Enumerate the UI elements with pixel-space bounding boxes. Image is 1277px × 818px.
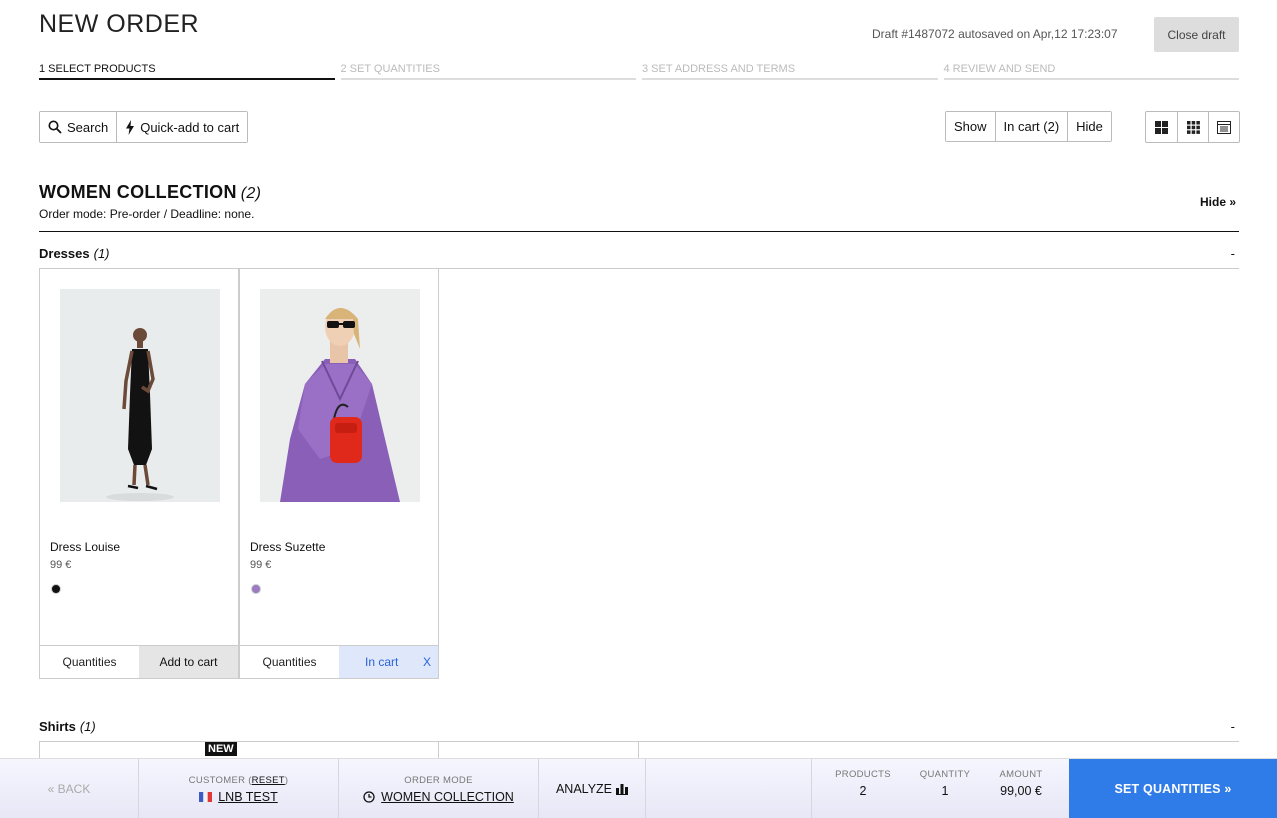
list-view-icon <box>1217 120 1231 134</box>
order-mode-cell: ORDER MODE WOMEN COLLECTION <box>339 759 539 818</box>
customer-cell: CUSTOMER (RESET) LNB TEST <box>139 759 339 818</box>
new-badge: NEW <box>205 742 237 756</box>
product-price: 99 € <box>50 559 72 571</box>
amount-value: 99,00 € <box>1000 784 1042 798</box>
collection-count: (2) <box>240 185 262 202</box>
back-button-cell: « BACK <box>0 759 139 818</box>
category-header-shirts: Shirts (1) - <box>39 719 1239 734</box>
product-card: Dress Suzette 99 € Quantities In cart X <box>239 268 439 679</box>
large-grid-icon <box>1155 120 1168 134</box>
analyze-cell: ANALYZE <box>539 759 646 818</box>
amount-stat: AMOUNT 99,00 € <box>994 769 1048 798</box>
category-name: Dresses <box>39 246 90 261</box>
order-mode-label: ORDER MODE <box>404 774 473 786</box>
reset-customer-link[interactable]: RESET <box>252 775 285 786</box>
france-flag-icon <box>199 791 213 802</box>
back-button[interactable]: « BACK <box>48 782 91 796</box>
quantities-button[interactable]: Quantities <box>40 646 139 678</box>
product-price: 99 € <box>250 559 272 571</box>
product-name[interactable]: Dress Suzette <box>250 540 325 554</box>
collection-divider <box>39 231 1239 232</box>
product-card: Dress Louise 99 € Quantities Add to cart <box>39 268 239 679</box>
in-cart-button[interactable]: In cart X <box>339 646 438 678</box>
order-mode-value[interactable]: WOMEN COLLECTION <box>381 790 514 804</box>
product-actions: Quantities In cart X <box>240 645 438 678</box>
bar-chart-icon <box>616 784 629 795</box>
search-label: Search <box>67 119 109 135</box>
list-view-button[interactable] <box>1208 112 1239 142</box>
view-mode-toolbar <box>1145 111 1240 143</box>
page-title: NEW ORDER <box>39 10 200 38</box>
products-label: PRODUCTS <box>835 769 891 780</box>
customer-label: CUSTOMER (RESET) <box>188 774 289 786</box>
small-grid-view-button[interactable] <box>1177 112 1208 142</box>
product-image[interactable] <box>60 289 220 502</box>
quantity-label: QUANTITY <box>919 769 971 780</box>
filter-show-button[interactable]: Show <box>946 112 995 141</box>
quantity-count: 1 <box>941 784 949 798</box>
category-name: Shirts <box>39 719 76 734</box>
step-select-products[interactable]: 1 SELECT PRODUCTS <box>39 63 335 80</box>
color-swatch[interactable] <box>51 584 61 594</box>
autosave-status: Draft #1487072 autosaved on Apr,12 17:23… <box>872 27 1118 41</box>
step-set-quantities[interactable]: 2 SET QUANTITIES <box>340 63 636 80</box>
category-count: (1) <box>79 719 96 734</box>
product-image[interactable] <box>260 289 420 502</box>
in-cart-label: In cart <box>365 655 399 669</box>
amount-label: AMOUNT <box>999 769 1043 780</box>
color-swatch[interactable] <box>251 584 261 594</box>
hide-collection-link[interactable]: Hide » <box>1200 195 1236 209</box>
analyze-label: ANALYZE <box>555 782 613 796</box>
close-draft-button[interactable]: Close draft <box>1154 17 1239 52</box>
category-header-dresses: Dresses (1) - <box>39 246 1239 261</box>
step-review-send[interactable]: 4 REVIEW AND SEND <box>943 63 1239 80</box>
customer-name[interactable]: LNB TEST <box>218 790 278 804</box>
add-to-cart-button[interactable]: Add to cart <box>139 646 238 678</box>
filter-in-cart-button[interactable]: In cart (2) <box>994 112 1068 141</box>
quantity-stat: QUANTITY 1 <box>918 769 972 798</box>
collection-name: WOMEN COLLECTION <box>39 182 237 202</box>
order-steps: 1 SELECT PRODUCTS 2 SET QUANTITIES 3 SET… <box>39 63 1239 80</box>
quick-add-label: Quick-add to cart <box>140 119 240 135</box>
large-grid-view-button[interactable] <box>1146 112 1177 142</box>
lightning-icon <box>126 119 135 135</box>
quick-add-button[interactable]: Quick-add to cart <box>116 112 248 142</box>
remove-from-cart-button[interactable]: X <box>423 655 431 669</box>
order-mode-line: Order mode: Pre-order / Deadline: none. <box>39 207 255 221</box>
category-collapse-toggle[interactable]: - <box>1231 246 1239 261</box>
order-summary-bar: « BACK CUSTOMER (RESET) LNB TEST ORDER M… <box>0 758 1277 818</box>
search-icon <box>48 120 62 134</box>
spacer-cell <box>646 759 812 818</box>
products-stat: PRODUCTS 2 <box>835 769 891 798</box>
products-count: 2 <box>859 784 867 798</box>
cart-filter: Show In cart (2) Hide <box>945 111 1112 142</box>
small-grid-icon <box>1186 120 1200 134</box>
quantities-button[interactable]: Quantities <box>240 646 339 678</box>
search-toolbar: Search Quick-add to cart <box>39 111 249 143</box>
collection-title: WOMEN COLLECTION (2) <box>39 182 261 203</box>
clock-icon <box>363 790 375 803</box>
search-button[interactable]: Search <box>40 112 117 142</box>
step-address-terms[interactable]: 3 SET ADDRESS AND TERMS <box>642 63 938 80</box>
analyze-button[interactable]: ANALYZE <box>555 782 629 796</box>
category-count: (1) <box>93 246 110 261</box>
product-actions: Quantities Add to cart <box>40 645 238 678</box>
product-name[interactable]: Dress Louise <box>50 540 120 554</box>
filter-hide-button[interactable]: Hide <box>1067 112 1111 141</box>
set-quantities-button[interactable]: SET QUANTITIES » <box>1069 759 1277 818</box>
category-collapse-toggle[interactable]: - <box>1231 719 1239 734</box>
